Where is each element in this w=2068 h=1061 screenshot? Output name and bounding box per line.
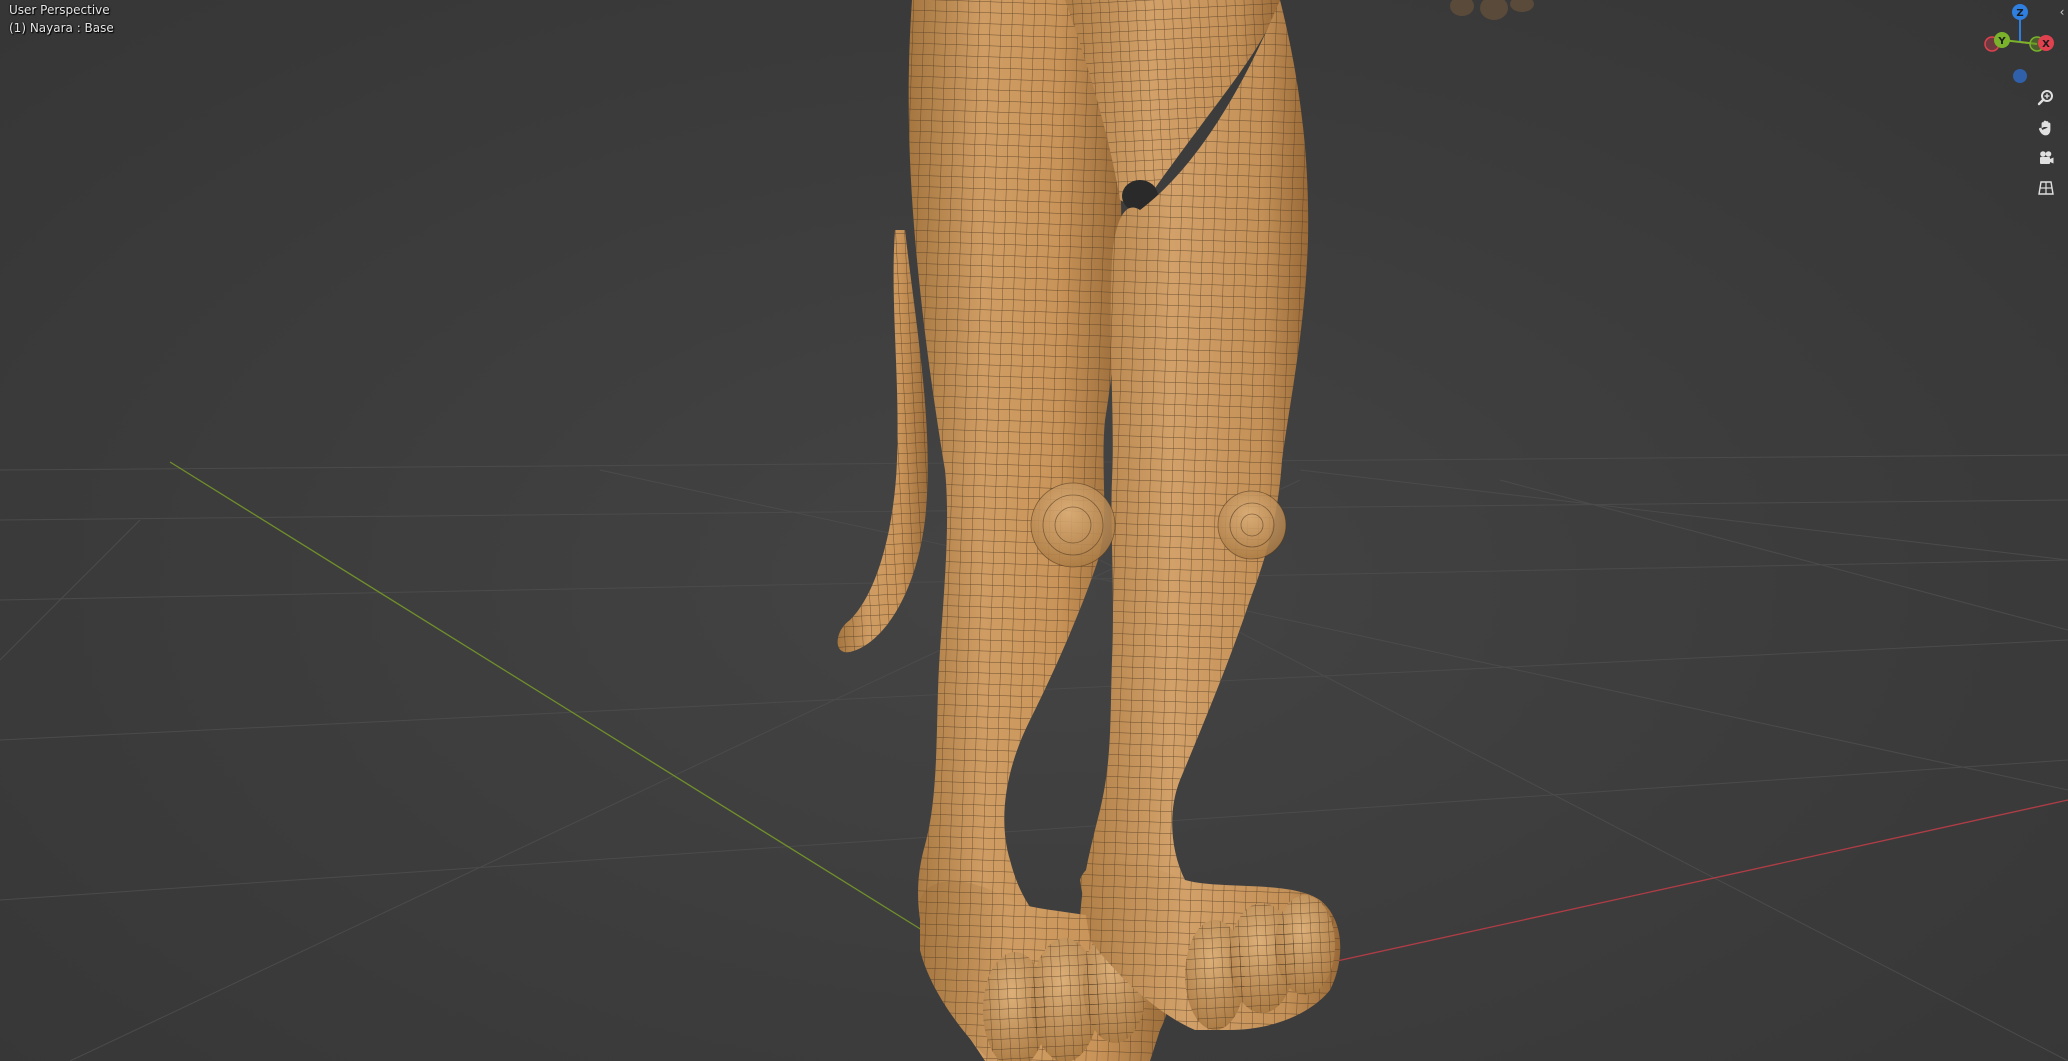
gizmo-x-label: X — [2042, 39, 2050, 50]
ortho-grid-icon[interactable] — [2032, 174, 2060, 202]
gizmo-neg-z — [2013, 69, 2027, 83]
zoom-icon[interactable] — [2032, 84, 2060, 112]
gizmo-z-label: Z — [2016, 8, 2023, 19]
view-name-label: User Perspective — [9, 3, 110, 17]
pan-hand-icon[interactable] — [2032, 114, 2060, 142]
scene-render — [0, 0, 2068, 1061]
3d-viewport[interactable]: User Perspective (1) Nayara : Base Y X Z… — [0, 0, 2068, 1061]
gizmo-y-label: Y — [1997, 36, 2006, 47]
sidebar-collapse-icon[interactable]: ‹ — [2056, 4, 2068, 20]
y-axis-line — [169, 461, 931, 936]
hand-fragment — [1450, 0, 1534, 20]
axis-gizmo[interactable]: Y X Z — [1980, 0, 2068, 84]
camera-icon[interactable] — [2032, 144, 2060, 172]
active-object-label: (1) Nayara : Base — [9, 21, 114, 35]
